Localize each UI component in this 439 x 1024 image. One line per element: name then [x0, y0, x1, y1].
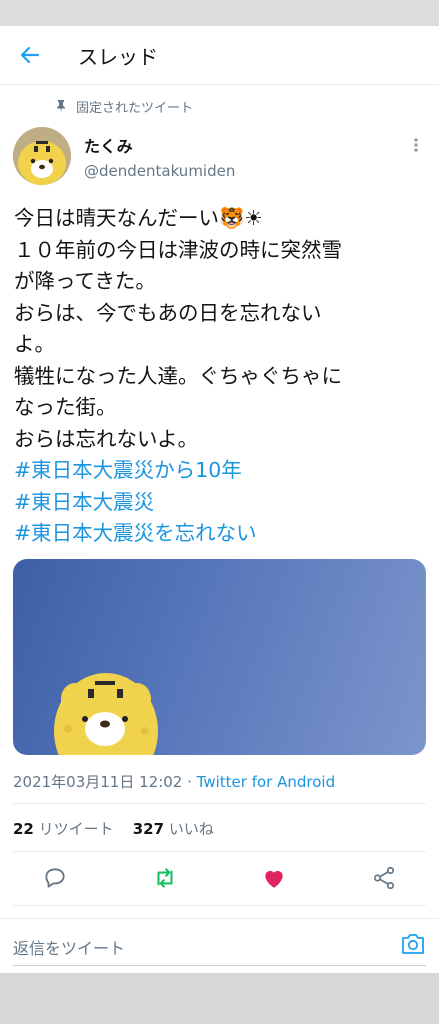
reply-input[interactable]: 返信をツイート: [13, 935, 125, 959]
retweet-label[interactable]: リツイート: [39, 820, 114, 838]
pin-icon: [56, 100, 70, 115]
timestamp: 2021年03月11日 12:02: [13, 773, 183, 791]
page-title: スレッド: [78, 45, 158, 69]
meta-separator: ·: [182, 773, 197, 791]
camera-icon[interactable]: [400, 933, 426, 955]
status-bar: [0, 0, 439, 26]
client-link[interactable]: Twitter for Android: [197, 773, 335, 791]
like-count[interactable]: 327: [133, 820, 164, 838]
tweet-line: よ。: [14, 332, 55, 356]
tweet-meta: 2021年03月11日 12:02 · Twitter for Android: [13, 771, 335, 792]
divider: [13, 803, 426, 804]
tweet-text: 今日は晴天なんだーい🐯☀ １０年前の今日は津波の時に突然雪 が降ってきた。 おら…: [14, 203, 426, 550]
more-vertical-icon[interactable]: [410, 137, 422, 155]
hashtag-link[interactable]: #東日本大震災を忘れない: [14, 518, 426, 550]
tweet-photo[interactable]: [13, 559, 426, 755]
reply-bar: 返信をツイート: [0, 918, 439, 973]
avatar[interactable]: [13, 127, 71, 185]
hashtag-link[interactable]: #東日本大震災から10年: [14, 455, 426, 487]
pinned-label: 固定されたツイート: [76, 101, 194, 116]
tweet-line: おらは、今でもあの日を忘れない: [14, 300, 322, 325]
tweet-line: おらは忘れないよ。: [14, 426, 199, 451]
navigation-bar: [0, 973, 439, 1024]
retweet-count[interactable]: 22: [13, 820, 34, 838]
header: スレッド: [0, 26, 439, 85]
share-icon[interactable]: [371, 865, 399, 893]
tweet-line: 今日は晴天なんだーい🐯☀: [14, 206, 263, 230]
heart-icon[interactable]: [261, 865, 289, 893]
author-handle[interactable]: @dendentakumiden: [84, 162, 235, 180]
like-label[interactable]: いいね: [169, 820, 214, 838]
tweet-stats: 22 リツイート 327 いいね: [13, 818, 214, 839]
retweet-icon[interactable]: [152, 865, 180, 893]
tweet-line: 犠牲になった人達。ぐちゃぐちゃに: [14, 363, 342, 388]
tweet-line: が降ってきた。: [14, 269, 156, 293]
divider: [13, 905, 426, 906]
divider: [13, 851, 426, 852]
tweet-line: なった街。: [14, 395, 117, 419]
back-arrow-icon[interactable]: [18, 43, 44, 69]
action-bar: [0, 861, 439, 901]
reply-underline: [13, 965, 426, 966]
author-name[interactable]: たくみ: [84, 133, 133, 157]
tweet-line: １０年前の今日は津波の時に突然雪: [14, 237, 342, 262]
tweet-detail: 固定されたツイート たくみ @dendentakumiden 今日は晴天なんだー…: [0, 85, 439, 973]
pinned-indicator: 固定されたツイート: [56, 97, 193, 116]
reply-icon[interactable]: [42, 865, 70, 893]
hashtag-link[interactable]: #東日本大震災: [14, 487, 426, 519]
